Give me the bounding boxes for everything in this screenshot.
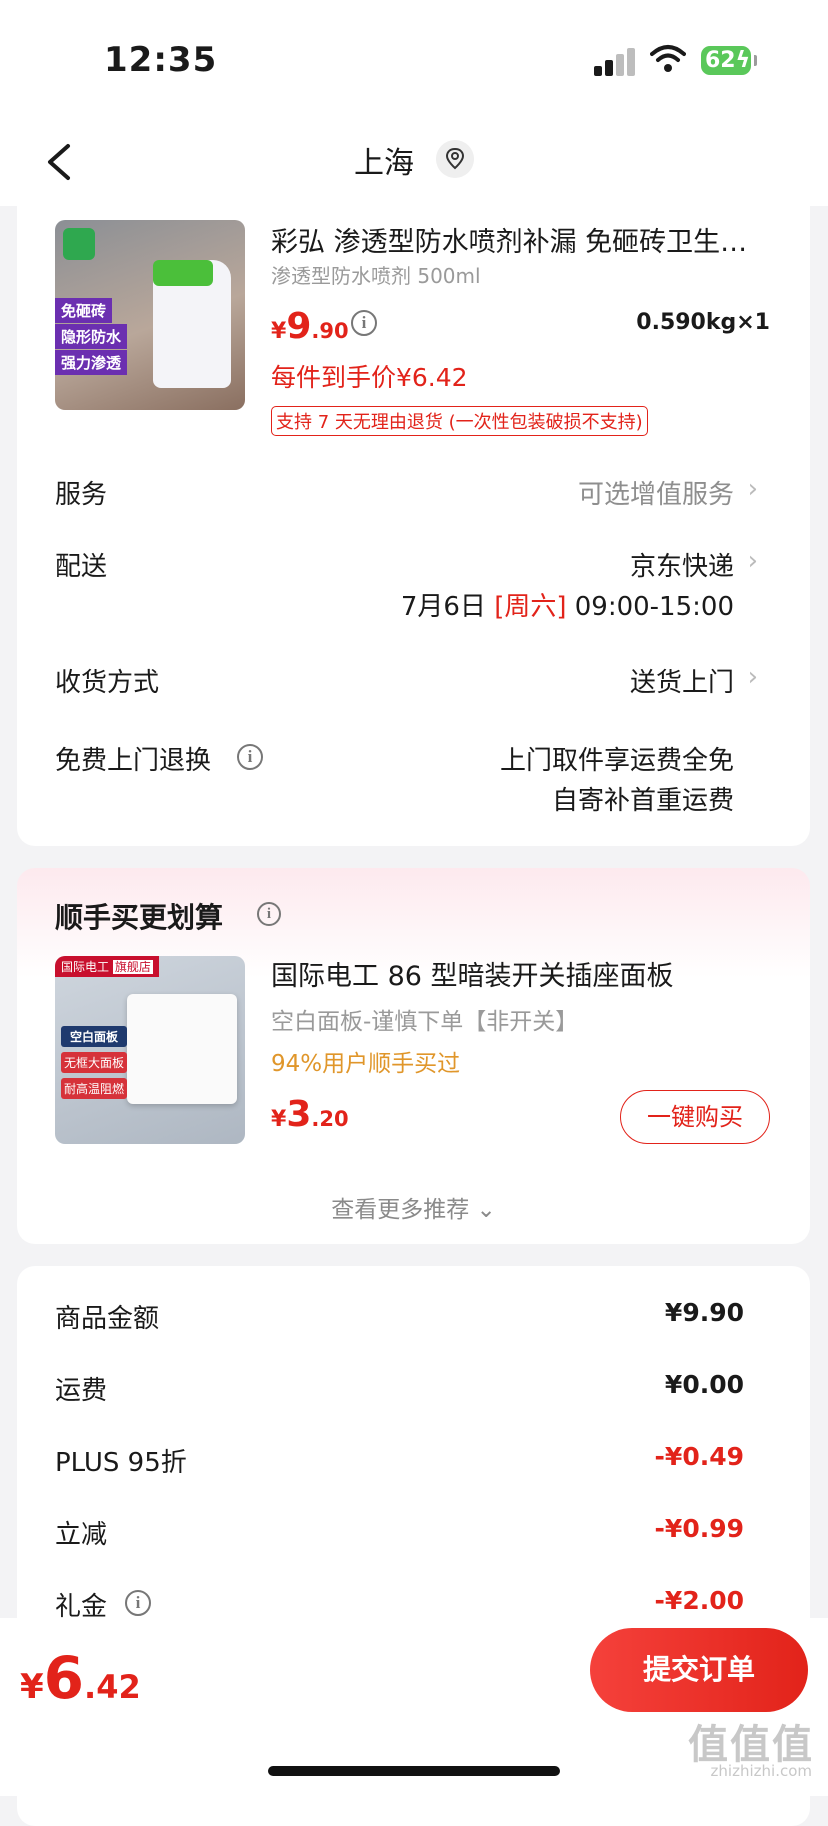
- battery-icon: 62ϟ: [701, 46, 757, 75]
- delivery-value[interactable]: 京东快递: [630, 546, 734, 583]
- addon-price: ¥3.20: [271, 1094, 349, 1135]
- bottom-bar: ¥6.42 提交订单 值值值 zhizhizhi.com: [0, 1618, 828, 1796]
- city-title[interactable]: 上海: [354, 138, 414, 182]
- weight-quantity: 0.590kg×1: [636, 310, 770, 335]
- back-icon[interactable]: [38, 138, 86, 186]
- watermark-url: zhizhizhi.com: [710, 1762, 812, 1780]
- clock: 12:35: [104, 40, 218, 80]
- delivery-label: 配送: [55, 552, 108, 582]
- amount-value-goods: ¥9.90: [664, 1298, 744, 1327]
- amount-value-discount: -¥0.99: [654, 1514, 744, 1543]
- amount-label-goods: 商品金额: [55, 1304, 160, 1334]
- addon-title[interactable]: 国际电工 86 型暗装开关插座面板: [271, 954, 781, 993]
- home-indicator[interactable]: [268, 1766, 560, 1776]
- service-label: 服务: [55, 480, 108, 510]
- chevron-right-icon[interactable]: ›: [748, 546, 758, 576]
- nav-bar: 上海: [0, 120, 828, 206]
- see-more-recommendations[interactable]: 查看更多推荐 ⌄: [17, 1190, 810, 1224]
- amount-value-shipping: ¥0.00: [664, 1370, 744, 1399]
- image-tag: 强力渗透: [55, 350, 128, 375]
- total-price: ¥6.42: [20, 1644, 141, 1712]
- product-card: 免砸砖 隐形防水 强力渗透 彩弘 渗透型防水喷剂补漏 免砸砖卫生… 渗透型防水喷…: [17, 200, 810, 846]
- product-spec: 渗透型防水喷剂 500ml: [271, 264, 481, 288]
- amount-value-plus: -¥0.49: [654, 1442, 744, 1471]
- brand-logo: [63, 228, 95, 260]
- chevron-right-icon[interactable]: ›: [748, 662, 758, 692]
- amount-label-discount: 立减: [55, 1520, 108, 1550]
- battery-level: 62: [705, 48, 736, 73]
- final-price: 每件到手价¥6.42: [271, 363, 468, 392]
- free-return-line1: 上门取件享运费全免: [499, 746, 734, 776]
- addon-image[interactable]: 国际电工 旗舰店 空白面板 无框大面板 耐高温阻燃: [55, 956, 245, 1144]
- image-brand: 国际电工 旗舰店: [55, 956, 159, 977]
- return-policy-badge: 支持 7 天无理由退货 (一次性包装破损不支持): [271, 406, 648, 436]
- switch-panel: [127, 994, 237, 1104]
- addon-card: 顺手买更划算 i 国际电工 旗舰店 空白面板 无框大面板 耐高温阻燃 国际电工 …: [17, 868, 810, 1244]
- service-value[interactable]: 可选增值服务: [578, 474, 734, 511]
- wifi-icon: [650, 45, 686, 72]
- cellular-signal-icon: [594, 46, 638, 76]
- price-info-icon[interactable]: i: [351, 310, 377, 336]
- delivery-date: 7月6日: [400, 592, 486, 622]
- gift-info-icon[interactable]: i: [125, 1590, 151, 1616]
- free-return-info-icon[interactable]: i: [237, 744, 263, 770]
- free-return-line2: 自寄补首重运费: [551, 786, 734, 816]
- amount-label-plus: PLUS 95折: [55, 1448, 187, 1478]
- delivery-time: 09:00-15:00: [574, 592, 734, 622]
- addon-info-icon[interactable]: i: [257, 902, 281, 926]
- delivery-weekday: [周六]: [494, 592, 567, 622]
- product-price: ¥9.90: [271, 306, 349, 347]
- receive-value[interactable]: 送货上门: [630, 662, 734, 699]
- delivery-slot[interactable]: 7月6日 [周六] 09:00-15:00: [401, 586, 734, 623]
- addon-spec: 空白面板-谨慎下单【非开关】: [271, 1009, 579, 1035]
- submit-order-button[interactable]: 提交订单: [590, 1628, 808, 1712]
- product-title[interactable]: 彩弘 渗透型防水喷剂补漏 免砸砖卫生…: [271, 220, 781, 259]
- addon-section-title: 顺手买更划算: [55, 901, 224, 934]
- product-image[interactable]: 免砸砖 隐形防水 强力渗透: [55, 220, 245, 410]
- status-bar: 12:35 62ϟ: [0, 0, 828, 120]
- image-tag: 免砸砖: [55, 298, 113, 323]
- chevron-right-icon[interactable]: ›: [748, 474, 758, 504]
- free-return-label: 免费上门退换: [55, 746, 212, 776]
- receive-label: 收货方式: [55, 668, 160, 698]
- image-tag: 隐形防水: [55, 324, 128, 349]
- amount-value-gift: -¥2.00: [654, 1586, 744, 1615]
- amount-label-shipping: 运费: [55, 1376, 108, 1406]
- location-pin-icon[interactable]: [436, 140, 474, 178]
- one-click-buy-button[interactable]: 一键购买: [620, 1090, 770, 1144]
- addon-bought-rate: 94%用户顺手买过: [271, 1051, 461, 1077]
